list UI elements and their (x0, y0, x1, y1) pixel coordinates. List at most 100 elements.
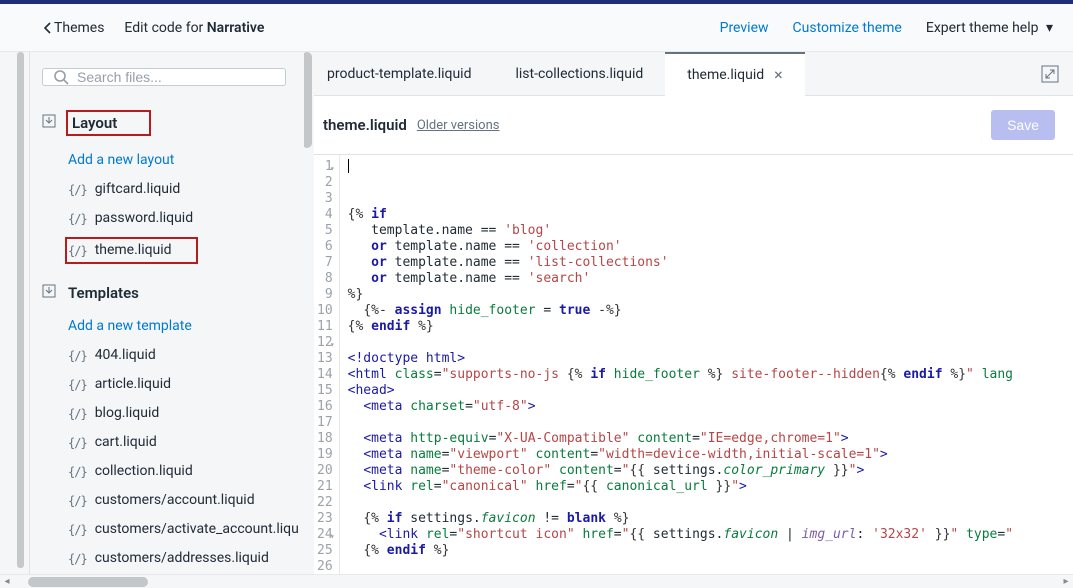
file-item[interactable]: {/} article.liquid (42, 370, 286, 399)
file-item[interactable]: {/} 404.liquid (42, 341, 286, 370)
scroll-right-arrow[interactable]: ▸ (1059, 576, 1073, 587)
add-new-layout[interactable]: Add a new layout (42, 146, 286, 175)
code-line[interactable]: or template.name == 'search' (348, 271, 1073, 287)
file-header: theme.liquid Older versions Save (305, 96, 1073, 155)
line-number: 7 (317, 255, 333, 271)
code-line[interactable] (348, 495, 1073, 511)
folder-header-templates[interactable]: Templates (42, 280, 286, 306)
line-number: 26 (317, 559, 333, 574)
line-number: 16 (317, 399, 333, 415)
file-item-label: customers/activate_account.liquid (95, 519, 310, 540)
horizontal-scrollbar[interactable]: ◂ ▸ (0, 574, 1073, 588)
file-item[interactable]: {/}customers/login.liquid (42, 573, 286, 574)
code-line[interactable] (348, 415, 1073, 431)
code-line[interactable]: <meta name="viewport" content="width=dev… (348, 447, 1073, 463)
file-item-label: article.liquid (95, 374, 171, 395)
code-line[interactable]: {% endif %} (348, 319, 1073, 335)
customize-theme-link[interactable]: Customize theme (793, 20, 902, 36)
code-line[interactable]: <link rel="shortcut icon" href="{{ setti… (348, 527, 1073, 543)
line-number: 14 (317, 367, 333, 383)
expand-icon (1041, 65, 1059, 83)
expand-editor-button[interactable] (1027, 52, 1073, 95)
line-number: 3 (317, 191, 333, 207)
line-number: 13 (317, 351, 333, 367)
file-item[interactable]: {/}collection.liquid (42, 457, 286, 486)
editor-pane: product-template.liquid list-collections.… (304, 52, 1073, 574)
code-line[interactable]: <meta charset="utf-8"> (348, 399, 1073, 415)
line-number: 17 (317, 415, 333, 431)
line-number: 11 (317, 319, 333, 335)
close-icon[interactable]: × (774, 67, 783, 83)
liquid-file-icon: {/} (68, 550, 87, 568)
code-line[interactable]: <meta name="theme-color" content="{{ set… (348, 463, 1073, 479)
code-line[interactable]: <head> (348, 383, 1073, 399)
pane-splitter[interactable] (298, 52, 304, 574)
line-number: 2 (317, 175, 333, 191)
expert-help-label: Expert theme help (926, 20, 1039, 36)
folder-title: Layout (72, 114, 117, 132)
search-input[interactable] (77, 69, 275, 85)
file-item[interactable]: {/}password.liquid (42, 204, 286, 233)
code-content[interactable]: {% if template.name == 'blog' or templat… (340, 155, 1073, 574)
code-line[interactable]: <!doctype html> (348, 351, 1073, 367)
file-item[interactable]: {/}cart.liquid (42, 428, 286, 457)
search-icon (53, 69, 69, 85)
tab-label: list-collections.liquid (515, 66, 643, 82)
line-number: 18 (317, 431, 333, 447)
code-line[interactable]: {%- assign hide_footer = true -%} (348, 303, 1073, 319)
tab[interactable]: list-collections.liquid (493, 52, 665, 95)
back-to-themes[interactable]: Themes (44, 20, 104, 36)
code-line[interactable] (348, 335, 1073, 351)
file-item-label: cart.liquid (95, 432, 157, 453)
file-item[interactable]: {/}blog.liquid (42, 399, 286, 428)
liquid-file-icon: {/} (68, 347, 87, 365)
save-button[interactable]: Save (991, 110, 1055, 140)
line-number: 24▾ (317, 527, 333, 543)
folder-header-layout[interactable]: Layout (42, 106, 286, 140)
folder-expand-icon (42, 284, 58, 302)
file-item-label: 404.liquid (95, 345, 156, 366)
file-item[interactable]: {/}customers/activate_account.liquid (42, 515, 286, 544)
line-number: 9 (317, 287, 333, 303)
older-versions-link[interactable]: Older versions (417, 118, 500, 133)
liquid-file-icon: {/} (68, 242, 87, 260)
line-number: 1▾ (317, 159, 333, 175)
line-number: 4 (317, 207, 333, 223)
liquid-file-icon: {/} (68, 376, 87, 394)
file-item[interactable]: {/}customers/account.liquid (42, 486, 286, 515)
window-left-scrollbar[interactable] (0, 52, 30, 574)
preview-link[interactable]: Preview (720, 20, 769, 36)
code-editor[interactable]: 1▾23456789101112▾13141516171819202122232… (305, 155, 1073, 574)
liquid-file-icon: {/} (68, 181, 87, 199)
search-files-box[interactable] (42, 68, 286, 86)
sidebar: Layout Add a new layout{/}giftcard.liquid… (30, 52, 298, 574)
theme-name: Narrative (207, 20, 265, 36)
liquid-file-icon: {/} (68, 521, 87, 539)
tab[interactable]: theme.liquid× (665, 52, 804, 95)
file-item[interactable]: {/} theme.liquid (42, 233, 286, 268)
code-line[interactable]: <meta http-equiv="X-UA-Compatible" conte… (348, 431, 1073, 447)
code-line[interactable]: or template.name == 'collection' (348, 239, 1073, 255)
line-number: 25 (317, 543, 333, 559)
code-line[interactable]: template.name == 'blog' (348, 223, 1073, 239)
line-number: 12▾ (317, 335, 333, 351)
expert-help-dropdown[interactable]: Expert theme help ▾ (926, 20, 1053, 36)
liquid-file-icon: {/} (68, 210, 87, 228)
tab[interactable]: product-template.liquid (305, 52, 493, 95)
code-line[interactable]: <html class="supports-no-js {% if hide_f… (348, 367, 1073, 383)
code-line[interactable]: %} (348, 287, 1073, 303)
code-line[interactable]: {% if settings.favicon != blank %} (348, 511, 1073, 527)
code-line[interactable] (348, 559, 1073, 574)
line-number: 22 (317, 495, 333, 511)
code-line[interactable]: {% if (348, 207, 1073, 223)
file-item[interactable]: {/}customers/addresses.liquid (42, 544, 286, 573)
add-new-templates[interactable]: Add a new template (42, 312, 286, 341)
file-item-label: collection.liquid (95, 461, 193, 482)
file-item-label: theme.liquid (95, 240, 172, 261)
scroll-left-arrow[interactable]: ◂ (0, 576, 14, 587)
code-line[interactable]: <link rel="canonical" href="{{ canonical… (348, 479, 1073, 495)
code-line[interactable]: or template.name == 'list-collections' (348, 255, 1073, 271)
file-item[interactable]: {/}giftcard.liquid (42, 175, 286, 204)
file-item-label: blog.liquid (95, 403, 160, 424)
code-line[interactable]: {% endif %} (348, 543, 1073, 559)
